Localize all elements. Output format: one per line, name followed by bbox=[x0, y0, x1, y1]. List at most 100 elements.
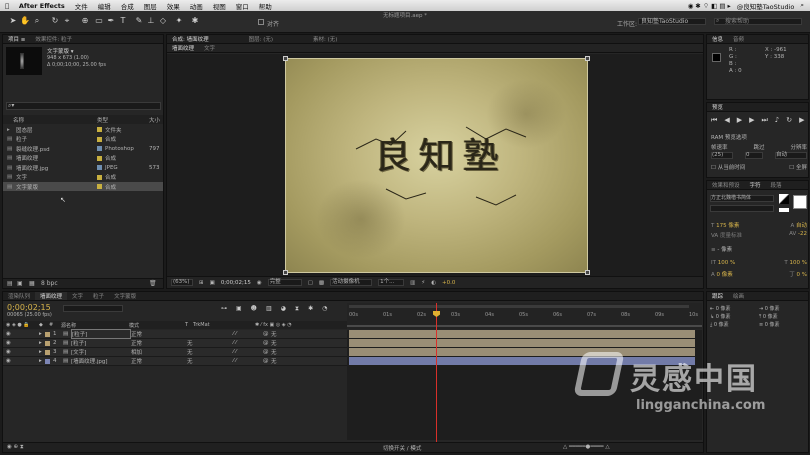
layer-switches[interactable]: ⁄ ⁄ bbox=[233, 349, 263, 355]
search-icon[interactable]: ⌕ bbox=[800, 1, 804, 11]
toggle-switches-modes[interactable]: 切换开关 / 模式 bbox=[383, 444, 421, 452]
canvas-handle[interactable] bbox=[283, 56, 288, 61]
tab-wall-texture[interactable]: 墙面纹理 bbox=[35, 292, 68, 300]
menu-help[interactable]: 帮助 bbox=[254, 1, 277, 11]
frame-blend-icon[interactable]: ▥ bbox=[266, 305, 272, 313]
layer-duration-bar[interactable] bbox=[349, 348, 695, 356]
visibility-icon[interactable]: ◉ bbox=[3, 358, 39, 364]
horizontal-scale-field[interactable]: T 100 % bbox=[784, 260, 807, 266]
play-icon[interactable]: ▶ bbox=[737, 116, 742, 125]
brush-tool-icon[interactable]: ✎ bbox=[134, 16, 144, 26]
mask-tool-icon[interactable]: ▭ bbox=[94, 16, 104, 26]
vertical-scale-field[interactable]: IT 100 % bbox=[711, 260, 735, 266]
camera-tool-icon[interactable]: ⌖ bbox=[62, 16, 72, 26]
pen-tool-icon[interactable]: ✒ bbox=[106, 16, 116, 26]
current-time-indicator[interactable] bbox=[436, 303, 437, 442]
space-extra-field[interactable]: ≡ 0 像素 bbox=[759, 321, 808, 329]
layout-icon[interactable]: ▥ bbox=[410, 280, 415, 286]
brainstorm-icon[interactable]: ✱ bbox=[308, 305, 313, 313]
column-name[interactable]: 名称 bbox=[3, 116, 97, 124]
col-source-name[interactable]: 源名称 bbox=[61, 322, 129, 329]
layer-duration-bar[interactable] bbox=[349, 330, 695, 338]
layer-switches[interactable]: ⁄ ⁄ bbox=[233, 331, 263, 337]
project-item[interactable]: ▤ 文字蒙版 合成 bbox=[3, 182, 163, 191]
visibility-icon[interactable]: ◉ bbox=[3, 331, 39, 337]
layer-label-swatch[interactable] bbox=[45, 349, 50, 355]
rotate-tool-icon[interactable]: ↻ bbox=[50, 16, 60, 26]
subtab-wall-texture[interactable]: 墙面纹理 bbox=[167, 44, 199, 52]
fullscreen-checkbox[interactable]: ☐ 全屏 bbox=[789, 163, 807, 171]
camera-select[interactable]: 活动摄像机 bbox=[330, 279, 373, 286]
fill-stroke-swap-icon[interactable] bbox=[779, 194, 789, 204]
layer-parent-select[interactable]: 无 bbox=[271, 348, 277, 356]
layer-duration-bar[interactable] bbox=[349, 357, 695, 365]
project-item[interactable]: ▤ 墙面纹理.jpg JPEG 573 bbox=[3, 163, 163, 172]
baseline-shift-field[interactable]: A 0 像素 bbox=[711, 270, 733, 278]
stroke-color-swatch[interactable] bbox=[779, 208, 789, 212]
menu-effect[interactable]: 效果 bbox=[162, 1, 185, 11]
indent-right-field[interactable]: ⇥ 0 像素 bbox=[759, 305, 808, 313]
tab-particles[interactable]: 粒子 bbox=[88, 292, 109, 300]
project-search-input[interactable] bbox=[6, 102, 161, 110]
font-size-field[interactable]: T 175 像素 bbox=[711, 221, 739, 229]
menu-layer[interactable]: 图层 bbox=[139, 1, 162, 11]
col-trkmat[interactable]: TrkMat bbox=[193, 322, 255, 328]
fast-preview-icon[interactable]: ⚡ bbox=[421, 280, 425, 286]
timecode-display[interactable]: 0;00;02;15 bbox=[221, 280, 251, 286]
tab-paragraph[interactable]: 段落 bbox=[766, 181, 787, 189]
layer-name[interactable]: [粒子] bbox=[71, 329, 131, 339]
column-type[interactable]: 类型 bbox=[97, 116, 149, 124]
canvas-handle[interactable] bbox=[283, 270, 288, 275]
framerate-select[interactable]: (25) bbox=[711, 152, 733, 159]
tab-audio[interactable]: 音频 bbox=[728, 35, 749, 43]
stroke-width-field[interactable]: ≡ - 像素 bbox=[711, 245, 732, 253]
motion-blur-icon[interactable]: ◕ bbox=[281, 305, 286, 313]
tab-text[interactable]: 文字 bbox=[67, 292, 88, 300]
interpret-footage-icon[interactable]: ▤ bbox=[7, 280, 13, 287]
region-icon[interactable]: ▢ bbox=[308, 280, 313, 286]
tab-tracker[interactable]: 跟踪 bbox=[707, 292, 728, 300]
project-item[interactable]: ▤ 文字 合成 bbox=[3, 173, 163, 182]
timeline-search-input[interactable] bbox=[63, 305, 123, 312]
exposure-value[interactable]: +0.0 bbox=[442, 280, 455, 286]
layer-row[interactable]: ◉ ▸ 4 ▤ [墙面纹理.jpg] 正常无 ⁄ ⁄ @ 无 bbox=[3, 357, 348, 366]
menu-window[interactable]: 窗口 bbox=[231, 1, 254, 11]
timeline-timecode[interactable]: 0;00;02;15 bbox=[7, 303, 51, 312]
eraser-tool-icon[interactable]: ◇ bbox=[158, 16, 168, 26]
zoom-slider-icon[interactable]: △ ━━━━━●━━━━ △ bbox=[563, 444, 610, 450]
subtab-text[interactable]: 文字 bbox=[199, 44, 220, 52]
skip-field[interactable]: 0 bbox=[745, 152, 763, 159]
column-size[interactable]: 大小 bbox=[149, 116, 160, 124]
project-item[interactable]: ▤ 粒子 合成 bbox=[3, 135, 163, 144]
layer-label-swatch[interactable] bbox=[45, 340, 50, 346]
hand-tool-icon[interactable]: ✋ bbox=[20, 16, 30, 26]
color-mgmt-icon[interactable]: ◐ bbox=[431, 280, 436, 286]
tab-composition[interactable]: 合成: 墙面纹理 bbox=[167, 35, 214, 43]
resolution-select[interactable]: 自动 bbox=[775, 152, 807, 159]
layer-name[interactable]: [粒子] bbox=[71, 339, 131, 347]
new-folder-icon[interactable]: ▣ bbox=[17, 280, 23, 287]
tab-preview[interactable]: 预览 bbox=[707, 103, 728, 111]
tsume-field[interactable]: 丁 0 % bbox=[789, 270, 807, 278]
layer-row[interactable]: ◉ ▸ 3 ▤ [文字] 相加无 ⁄ ⁄ @ 无 bbox=[3, 348, 348, 357]
clone-tool-icon[interactable]: ⊥ bbox=[146, 16, 156, 26]
zoom-tool-icon[interactable]: ⌕ bbox=[32, 16, 42, 26]
grid-icon[interactable]: ⊞ bbox=[199, 280, 204, 286]
new-comp-icon[interactable]: ▦ bbox=[29, 280, 35, 287]
apple-icon[interactable]:  bbox=[0, 2, 14, 10]
tab-info[interactable]: 信息 bbox=[707, 35, 728, 43]
tab-project[interactable]: 项目 ≡ bbox=[3, 35, 30, 43]
tab-character[interactable]: 字符 bbox=[745, 181, 766, 189]
parent-pickwhip-icon[interactable]: @ bbox=[263, 340, 271, 346]
layer-mode-select[interactable]: 正常 bbox=[131, 330, 187, 338]
workspace-select[interactable]: 良知塾TaoStudio bbox=[638, 18, 706, 25]
layer-row[interactable]: ◉ ▸ 2 ▤ [粒子] 正常无 ⁄ ⁄ @ 无 bbox=[3, 339, 348, 348]
layer-trkmat-select[interactable]: 无 bbox=[187, 348, 233, 356]
pan-behind-tool-icon[interactable]: ⊕ bbox=[80, 16, 90, 26]
parent-pickwhip-icon[interactable]: @ bbox=[263, 349, 271, 355]
menu-file[interactable]: 文件 bbox=[70, 1, 93, 11]
loop-icon[interactable]: ↻ bbox=[786, 116, 792, 125]
layer-switches[interactable]: ⁄ ⁄ bbox=[233, 340, 263, 346]
project-item[interactable]: ▤ 墙面纹理 合成 bbox=[3, 154, 163, 163]
canvas-handle[interactable] bbox=[585, 56, 590, 61]
